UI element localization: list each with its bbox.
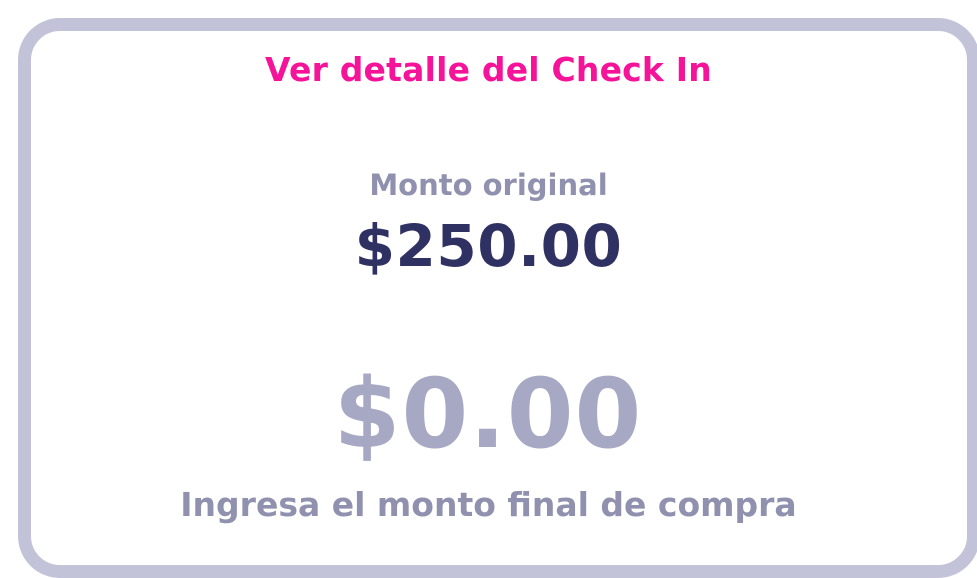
view-checkin-detail-link[interactable]: Ver detalle del Check In — [0, 50, 977, 89]
final-amount-input[interactable] — [188, 358, 788, 470]
original-amount-label: Monto original — [369, 168, 608, 202]
original-amount-value: $250.00 — [354, 212, 623, 280]
final-amount-hint: Ingresa el monto final de compra — [180, 485, 797, 524]
